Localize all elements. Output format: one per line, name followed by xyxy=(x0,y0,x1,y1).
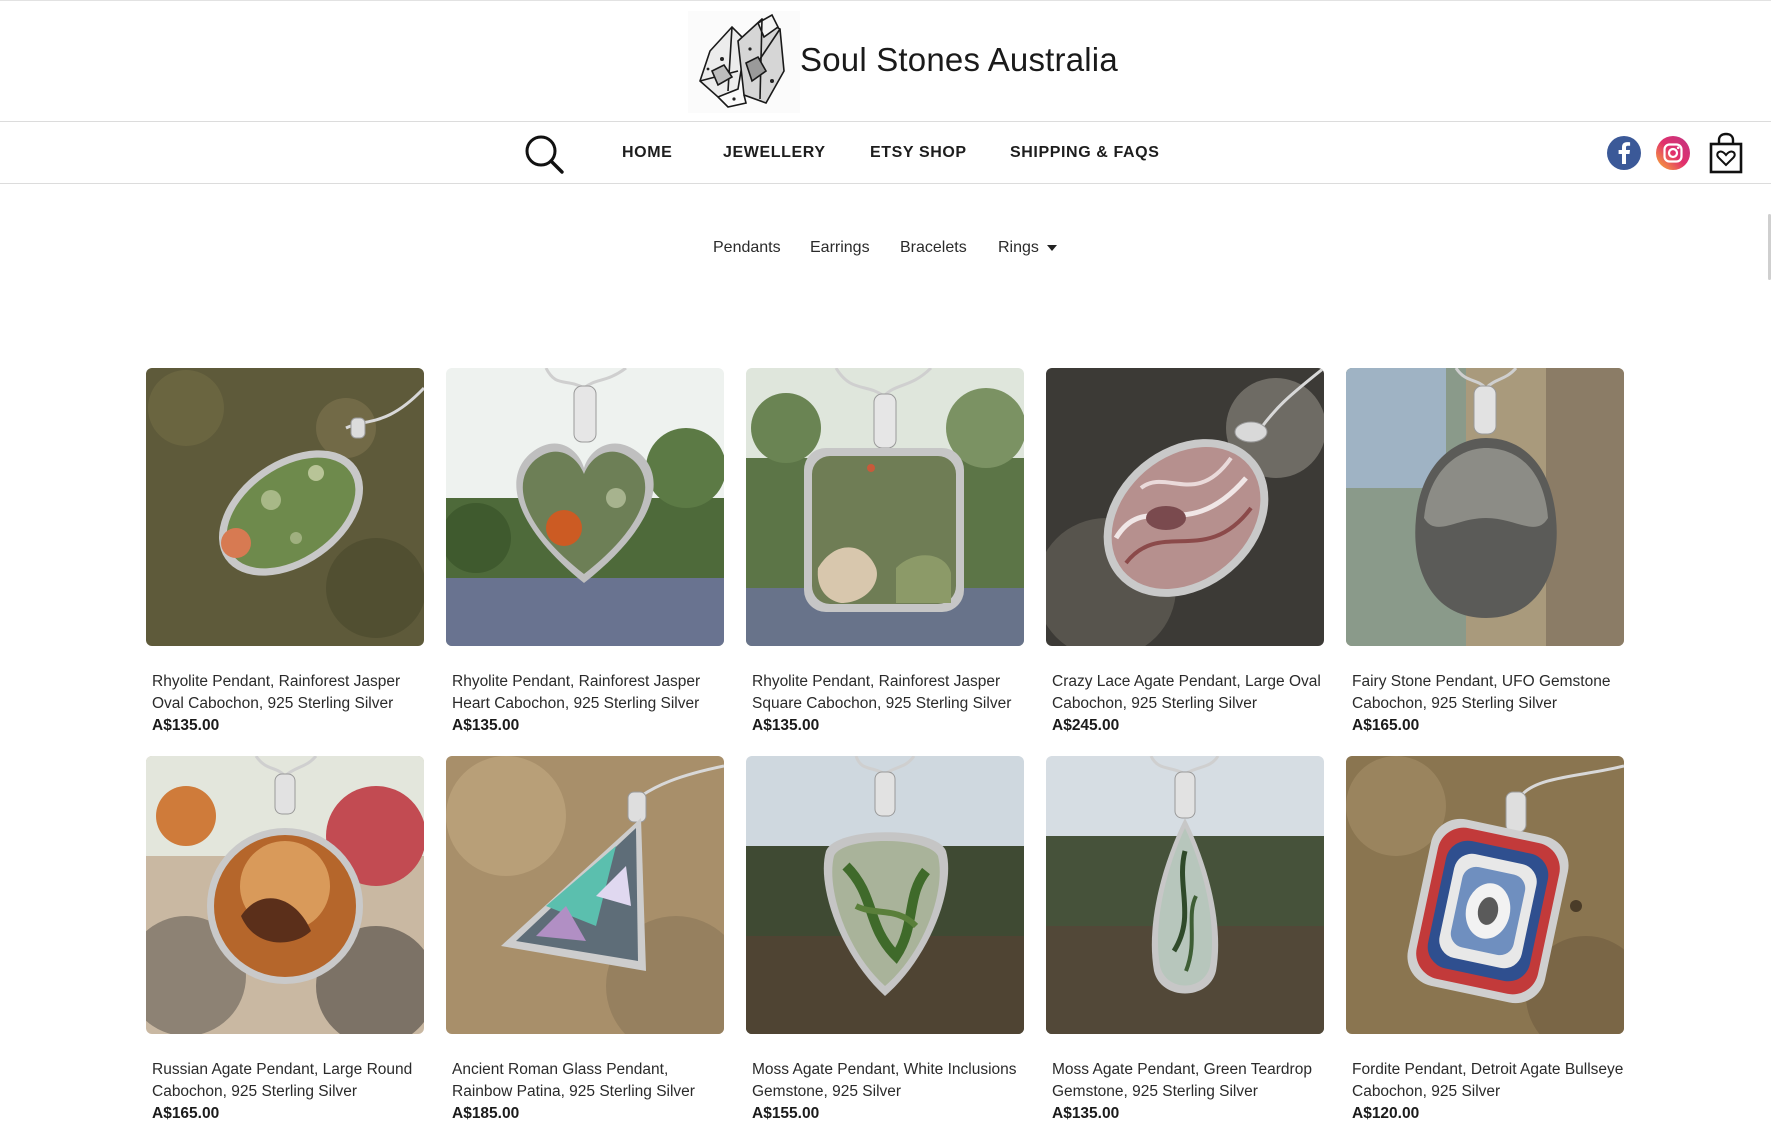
product-image[interactable] xyxy=(1046,756,1324,1034)
product-price: A$135.00 xyxy=(452,717,520,734)
product-card[interactable]: Ancient Roman Glass Pendant, Rainbow Pat… xyxy=(446,756,724,1123)
product-card[interactable]: Moss Agate Pendant, Green Teardrop Gemst… xyxy=(1046,756,1324,1123)
product-price: A$120.00 xyxy=(1352,1105,1420,1122)
product-title[interactable]: Russian Agate Pendant, Large Round Caboc… xyxy=(146,1059,426,1103)
product-image[interactable] xyxy=(1046,368,1324,646)
product-title[interactable]: Rhyolite Pendant, Rainforest Jasper Squa… xyxy=(746,671,1026,715)
product-title[interactable]: Rhyolite Pendant, Rainforest Jasper Hear… xyxy=(446,671,726,715)
product-title[interactable]: Moss Agate Pendant, Green Teardrop Gemst… xyxy=(1046,1059,1326,1103)
subnav-pendants[interactable]: Pendants xyxy=(713,239,781,257)
product-price: A$185.00 xyxy=(452,1105,520,1122)
shopping-bag-icon[interactable] xyxy=(1706,132,1746,174)
product-card[interactable]: Russian Agate Pendant, Large Round Caboc… xyxy=(146,756,424,1123)
product-card[interactable]: Moss Agate Pendant, White Inclusions Gem… xyxy=(746,756,1024,1123)
site-header: Soul Stones Australia xyxy=(0,0,1771,122)
product-title[interactable]: Fordite Pendant, Detroit Agate Bullseye … xyxy=(1346,1059,1626,1103)
product-price: A$135.00 xyxy=(152,717,220,734)
product-card[interactable]: Rhyolite Pendant, Rainforest Jasper Hear… xyxy=(446,368,724,735)
product-price: A$155.00 xyxy=(752,1105,820,1122)
product-image[interactable] xyxy=(446,756,724,1034)
nav-home[interactable]: HOME xyxy=(622,144,672,162)
product-title[interactable]: Rhyolite Pendant, Rainforest Jasper Oval… xyxy=(146,671,426,715)
subnav-bracelets[interactable]: Bracelets xyxy=(900,239,967,257)
nav-jewellery[interactable]: JEWELLERY xyxy=(723,144,826,162)
product-price: A$165.00 xyxy=(152,1105,220,1122)
subnav-rings-label: Rings xyxy=(998,239,1039,256)
subnav-rings[interactable]: Rings xyxy=(998,239,1057,257)
product-image[interactable] xyxy=(746,756,1024,1034)
product-card[interactable]: Rhyolite Pendant, Rainforest Jasper Squa… xyxy=(746,368,1024,735)
product-title[interactable]: Ancient Roman Glass Pendant, Rainbow Pat… xyxy=(446,1059,726,1103)
product-title[interactable]: Crazy Lace Agate Pendant, Large Oval Cab… xyxy=(1046,671,1326,715)
facebook-icon[interactable] xyxy=(1606,135,1642,171)
main-nav: HOME JEWELLERY ETSY SHOP SHIPPING & FAQS xyxy=(0,122,1771,184)
nav-etsy-shop[interactable]: ETSY SHOP xyxy=(870,144,967,162)
crystal-logo[interactable] xyxy=(688,11,800,113)
product-price: A$135.00 xyxy=(1052,1105,1120,1122)
product-price: A$245.00 xyxy=(1052,717,1120,734)
product-card[interactable]: Rhyolite Pendant, Rainforest Jasper Oval… xyxy=(146,368,424,735)
caret-down-icon xyxy=(1046,244,1057,251)
product-image[interactable] xyxy=(1346,368,1624,646)
product-image[interactable] xyxy=(1346,756,1624,1034)
product-image[interactable] xyxy=(446,368,724,646)
product-price: A$165.00 xyxy=(1352,717,1420,734)
search-icon[interactable] xyxy=(522,132,568,178)
product-title[interactable]: Fairy Stone Pendant, UFO Gemstone Caboch… xyxy=(1346,671,1626,715)
product-image[interactable] xyxy=(746,368,1024,646)
brand-name[interactable]: Soul Stones Australia xyxy=(800,41,1118,79)
subnav-earrings[interactable]: Earrings xyxy=(810,239,870,257)
nav-shipping-faqs[interactable]: SHIPPING & FAQS xyxy=(1010,144,1159,162)
product-card[interactable]: Crazy Lace Agate Pendant, Large Oval Cab… xyxy=(1046,368,1324,735)
product-image[interactable] xyxy=(146,368,424,646)
product-title[interactable]: Moss Agate Pendant, White Inclusions Gem… xyxy=(746,1059,1026,1103)
product-image[interactable] xyxy=(146,756,424,1034)
product-card[interactable]: Fordite Pendant, Detroit Agate Bullseye … xyxy=(1346,756,1624,1123)
product-price: A$135.00 xyxy=(752,717,820,734)
instagram-icon[interactable] xyxy=(1655,135,1691,171)
product-card[interactable]: Fairy Stone Pendant, UFO Gemstone Caboch… xyxy=(1346,368,1624,735)
